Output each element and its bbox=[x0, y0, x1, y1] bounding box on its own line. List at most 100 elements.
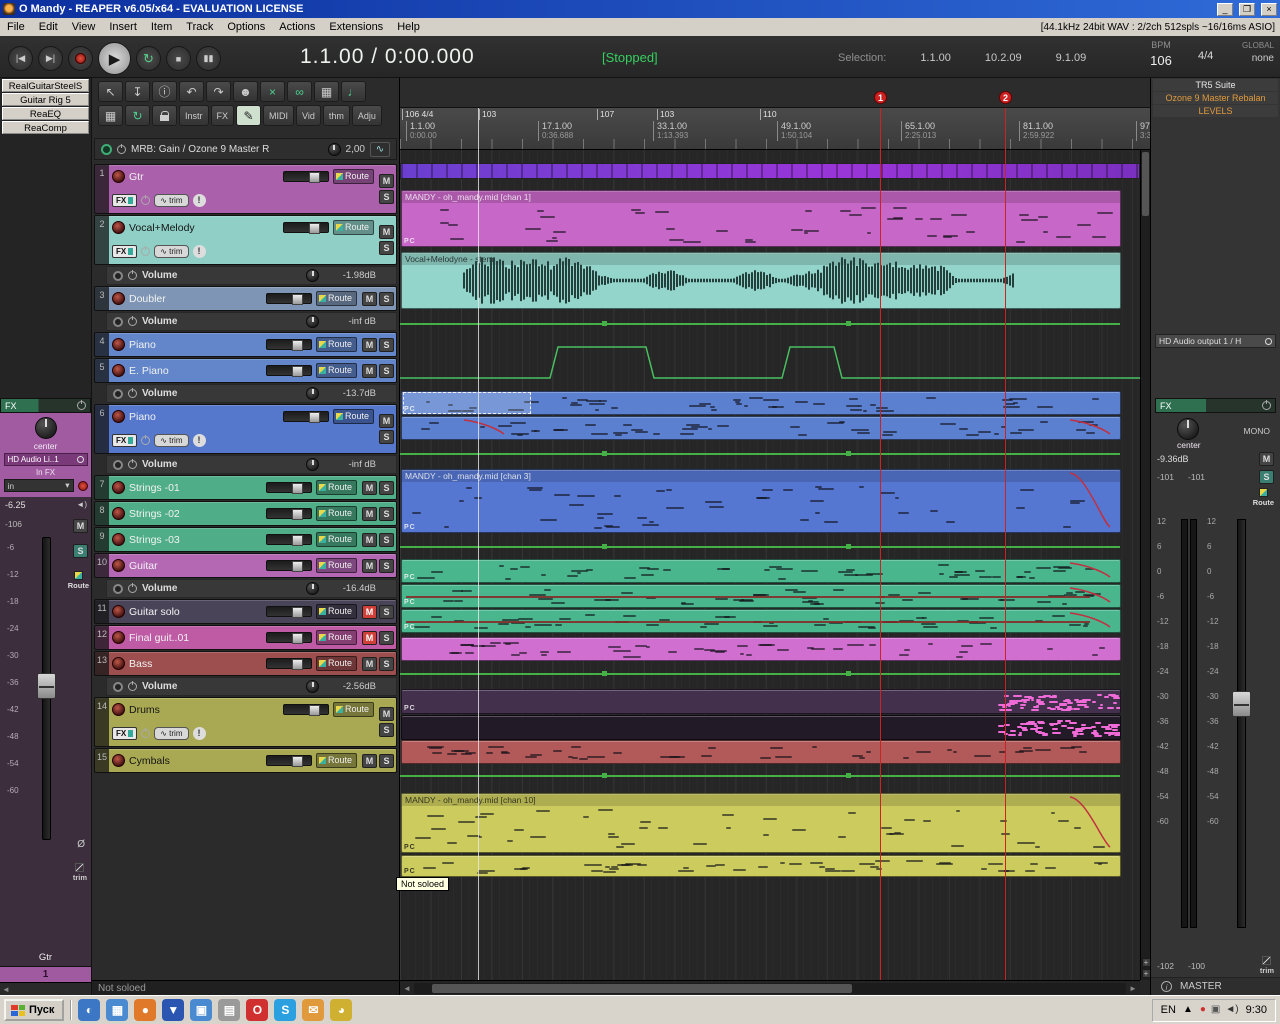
track-row-7[interactable]: 7 Strings -01 Route M S bbox=[94, 475, 397, 500]
env-alert-icon[interactable]: ! bbox=[192, 727, 206, 740]
volume-fader[interactable] bbox=[37, 537, 56, 840]
master-output-button[interactable]: HD Audio output 1 / H bbox=[1155, 334, 1276, 348]
track-fx-bar[interactable]: FX bbox=[0, 398, 91, 413]
plugin-guitar-rig-5[interactable]: Guitar Rig 5 bbox=[2, 93, 89, 106]
marker-flag-2[interactable]: 2 bbox=[999, 91, 1012, 104]
menu-actions[interactable]: Actions bbox=[272, 21, 322, 33]
fx-button[interactable]: FX bbox=[210, 105, 235, 126]
track-row-9[interactable]: 9 Strings -03 Route M S bbox=[94, 527, 397, 552]
master-fx-slot[interactable]: MRB: Gain / Ozone 9 Master R 2,00 ∿ bbox=[94, 138, 397, 160]
arrange-item-item-chan1[interactable]: MANDY - oh_mandy.mid [chan 1] PC bbox=[401, 190, 1121, 247]
master-solo-button[interactable]: S bbox=[1259, 470, 1274, 484]
menu-insert[interactable]: Insert bbox=[102, 21, 144, 33]
power-icon[interactable] bbox=[128, 681, 137, 691]
play-button[interactable]: ▶ bbox=[98, 42, 131, 75]
solo-button[interactable]: S bbox=[379, 753, 394, 768]
solo-button[interactable]: S bbox=[379, 656, 394, 671]
mail-icon[interactable]: ✉ bbox=[302, 999, 325, 1021]
route-button[interactable]: Route bbox=[315, 753, 357, 768]
menu-file[interactable]: File bbox=[0, 21, 32, 33]
volume-fader[interactable] bbox=[265, 606, 312, 618]
info-icon[interactable]: ⓘ bbox=[152, 81, 177, 102]
volume-fader[interactable] bbox=[265, 508, 312, 520]
route-button[interactable]: Route bbox=[315, 656, 357, 671]
track-row-1[interactable]: 1 Gtr Route FX ∿ trim! M S bbox=[94, 164, 397, 214]
master-fx-name[interactable]: MRB: Gain / Ozone 9 Master R bbox=[131, 144, 323, 155]
thm-button[interactable]: thm bbox=[322, 105, 350, 126]
zoom-buttons[interactable]: + + bbox=[1141, 958, 1150, 978]
menu-help[interactable]: Help bbox=[390, 21, 427, 33]
arrange-view[interactable]: 12 106 4/4 103 107 103 110 1.1.00 0:00.00 17.1… bbox=[400, 78, 1150, 995]
pause-button[interactable]: ▮▮ bbox=[196, 46, 221, 71]
solo-button[interactable]: S bbox=[379, 506, 394, 521]
redo-icon[interactable]: ↷ bbox=[206, 81, 231, 102]
fader-handle[interactable] bbox=[1232, 690, 1251, 717]
plugin-realguitarsteels[interactable]: RealGuitarSteelS bbox=[2, 79, 89, 92]
hscroll-thumb[interactable] bbox=[432, 983, 852, 993]
internet-icon[interactable]: ◐ bbox=[78, 999, 101, 1021]
mute-button[interactable]: M bbox=[362, 630, 377, 645]
power-icon[interactable] bbox=[128, 459, 137, 469]
route-button[interactable]: Route bbox=[332, 409, 374, 424]
route-button[interactable]: Route bbox=[315, 337, 357, 352]
record-arm-button[interactable] bbox=[77, 480, 88, 491]
ruler-time-label[interactable]: 65.1.00 2:25.013 bbox=[901, 121, 936, 141]
mute-button[interactable]: M bbox=[362, 480, 377, 495]
tempo-marker[interactable]: 106 4/4 bbox=[402, 109, 433, 120]
time-selection[interactable] bbox=[403, 392, 531, 414]
env-alert-icon[interactable]: ! bbox=[192, 434, 206, 447]
menu-edit[interactable]: Edit bbox=[32, 21, 65, 33]
track-row-3[interactable]: 3 Doubler Route M S bbox=[94, 286, 397, 311]
master-plugin-tr5-suite[interactable]: TR5 Suite bbox=[1153, 79, 1278, 91]
master-plugin-ozone-9-master-rebalan[interactable]: Ozone 9 Master Rebalan bbox=[1153, 92, 1278, 104]
master-trim-button[interactable]: trim bbox=[1260, 956, 1274, 975]
record-arm-button[interactable] bbox=[112, 170, 125, 183]
master-volume-fader[interactable] bbox=[1232, 519, 1251, 928]
trim-button[interactable]: ∿ trim bbox=[154, 434, 189, 447]
monitor-icon[interactable]: ▣ bbox=[190, 999, 213, 1021]
fx-button[interactable]: FX bbox=[112, 245, 138, 258]
solo-button[interactable]: S bbox=[379, 723, 394, 737]
mute-button[interactable]: M bbox=[362, 558, 377, 573]
pan-knob[interactable] bbox=[34, 417, 57, 439]
stop-button[interactable]: ■ bbox=[166, 46, 191, 71]
arrange-item-item-epiano[interactable] bbox=[401, 416, 1121, 440]
trim-button[interactable]: ∿ trim bbox=[154, 194, 189, 207]
route-button[interactable]: Route bbox=[315, 480, 357, 495]
record-arm-button[interactable] bbox=[112, 559, 125, 572]
mute-button[interactable]: M bbox=[362, 656, 377, 671]
mute-button[interactable]: M bbox=[379, 225, 394, 239]
route-button[interactable]: Route bbox=[315, 506, 357, 521]
track-row-10[interactable]: 10 Guitar Route M S bbox=[94, 553, 397, 578]
fx-power-icon[interactable] bbox=[117, 143, 126, 154]
bpm-value[interactable]: 106 bbox=[1142, 53, 1180, 68]
menu-extensions[interactable]: Extensions bbox=[322, 21, 390, 33]
undo-icon[interactable]: ↶ bbox=[179, 81, 204, 102]
mute-button[interactable]: M bbox=[379, 707, 394, 721]
firefox-icon[interactable]: ● bbox=[134, 999, 157, 1021]
pencil-tool-icon[interactable]: ✎ bbox=[236, 105, 262, 126]
tray-expand-icon[interactable]: ▲ bbox=[1183, 1005, 1193, 1015]
loop-icon[interactable]: ↻ bbox=[125, 105, 150, 126]
envelope-knob[interactable] bbox=[306, 315, 319, 328]
volume-fader[interactable] bbox=[265, 560, 312, 572]
record-arm-button[interactable] bbox=[112, 657, 125, 670]
envelope-knob[interactable] bbox=[306, 269, 319, 282]
track-row-11[interactable]: 11 Guitar solo Route M S bbox=[94, 599, 397, 624]
record-arm-button[interactable] bbox=[112, 754, 125, 767]
fx-power-icon[interactable] bbox=[141, 435, 151, 445]
trim-button[interactable]: ∿ trim bbox=[154, 245, 189, 258]
hscroll-track[interactable] bbox=[414, 982, 1126, 994]
mute-button[interactable]: M bbox=[362, 363, 377, 378]
go-start-button[interactable]: |◀ bbox=[8, 46, 33, 71]
envelope-line[interactable] bbox=[400, 320, 1120, 326]
track-number-bar[interactable]: 1 bbox=[0, 966, 91, 982]
scroll-right-icon[interactable]: ► bbox=[1126, 984, 1140, 993]
plugin-reaeq[interactable]: ReaEQ bbox=[2, 107, 89, 120]
route-button[interactable]: Route bbox=[315, 604, 357, 619]
envelope-knob[interactable] bbox=[306, 582, 319, 595]
ruler-time-label[interactable]: 1.1.00 0:00.00 bbox=[406, 121, 437, 141]
solo-button[interactable]: S bbox=[379, 630, 394, 645]
volume-fader[interactable] bbox=[265, 365, 312, 377]
browser-icon[interactable]: ◕ bbox=[330, 999, 353, 1021]
